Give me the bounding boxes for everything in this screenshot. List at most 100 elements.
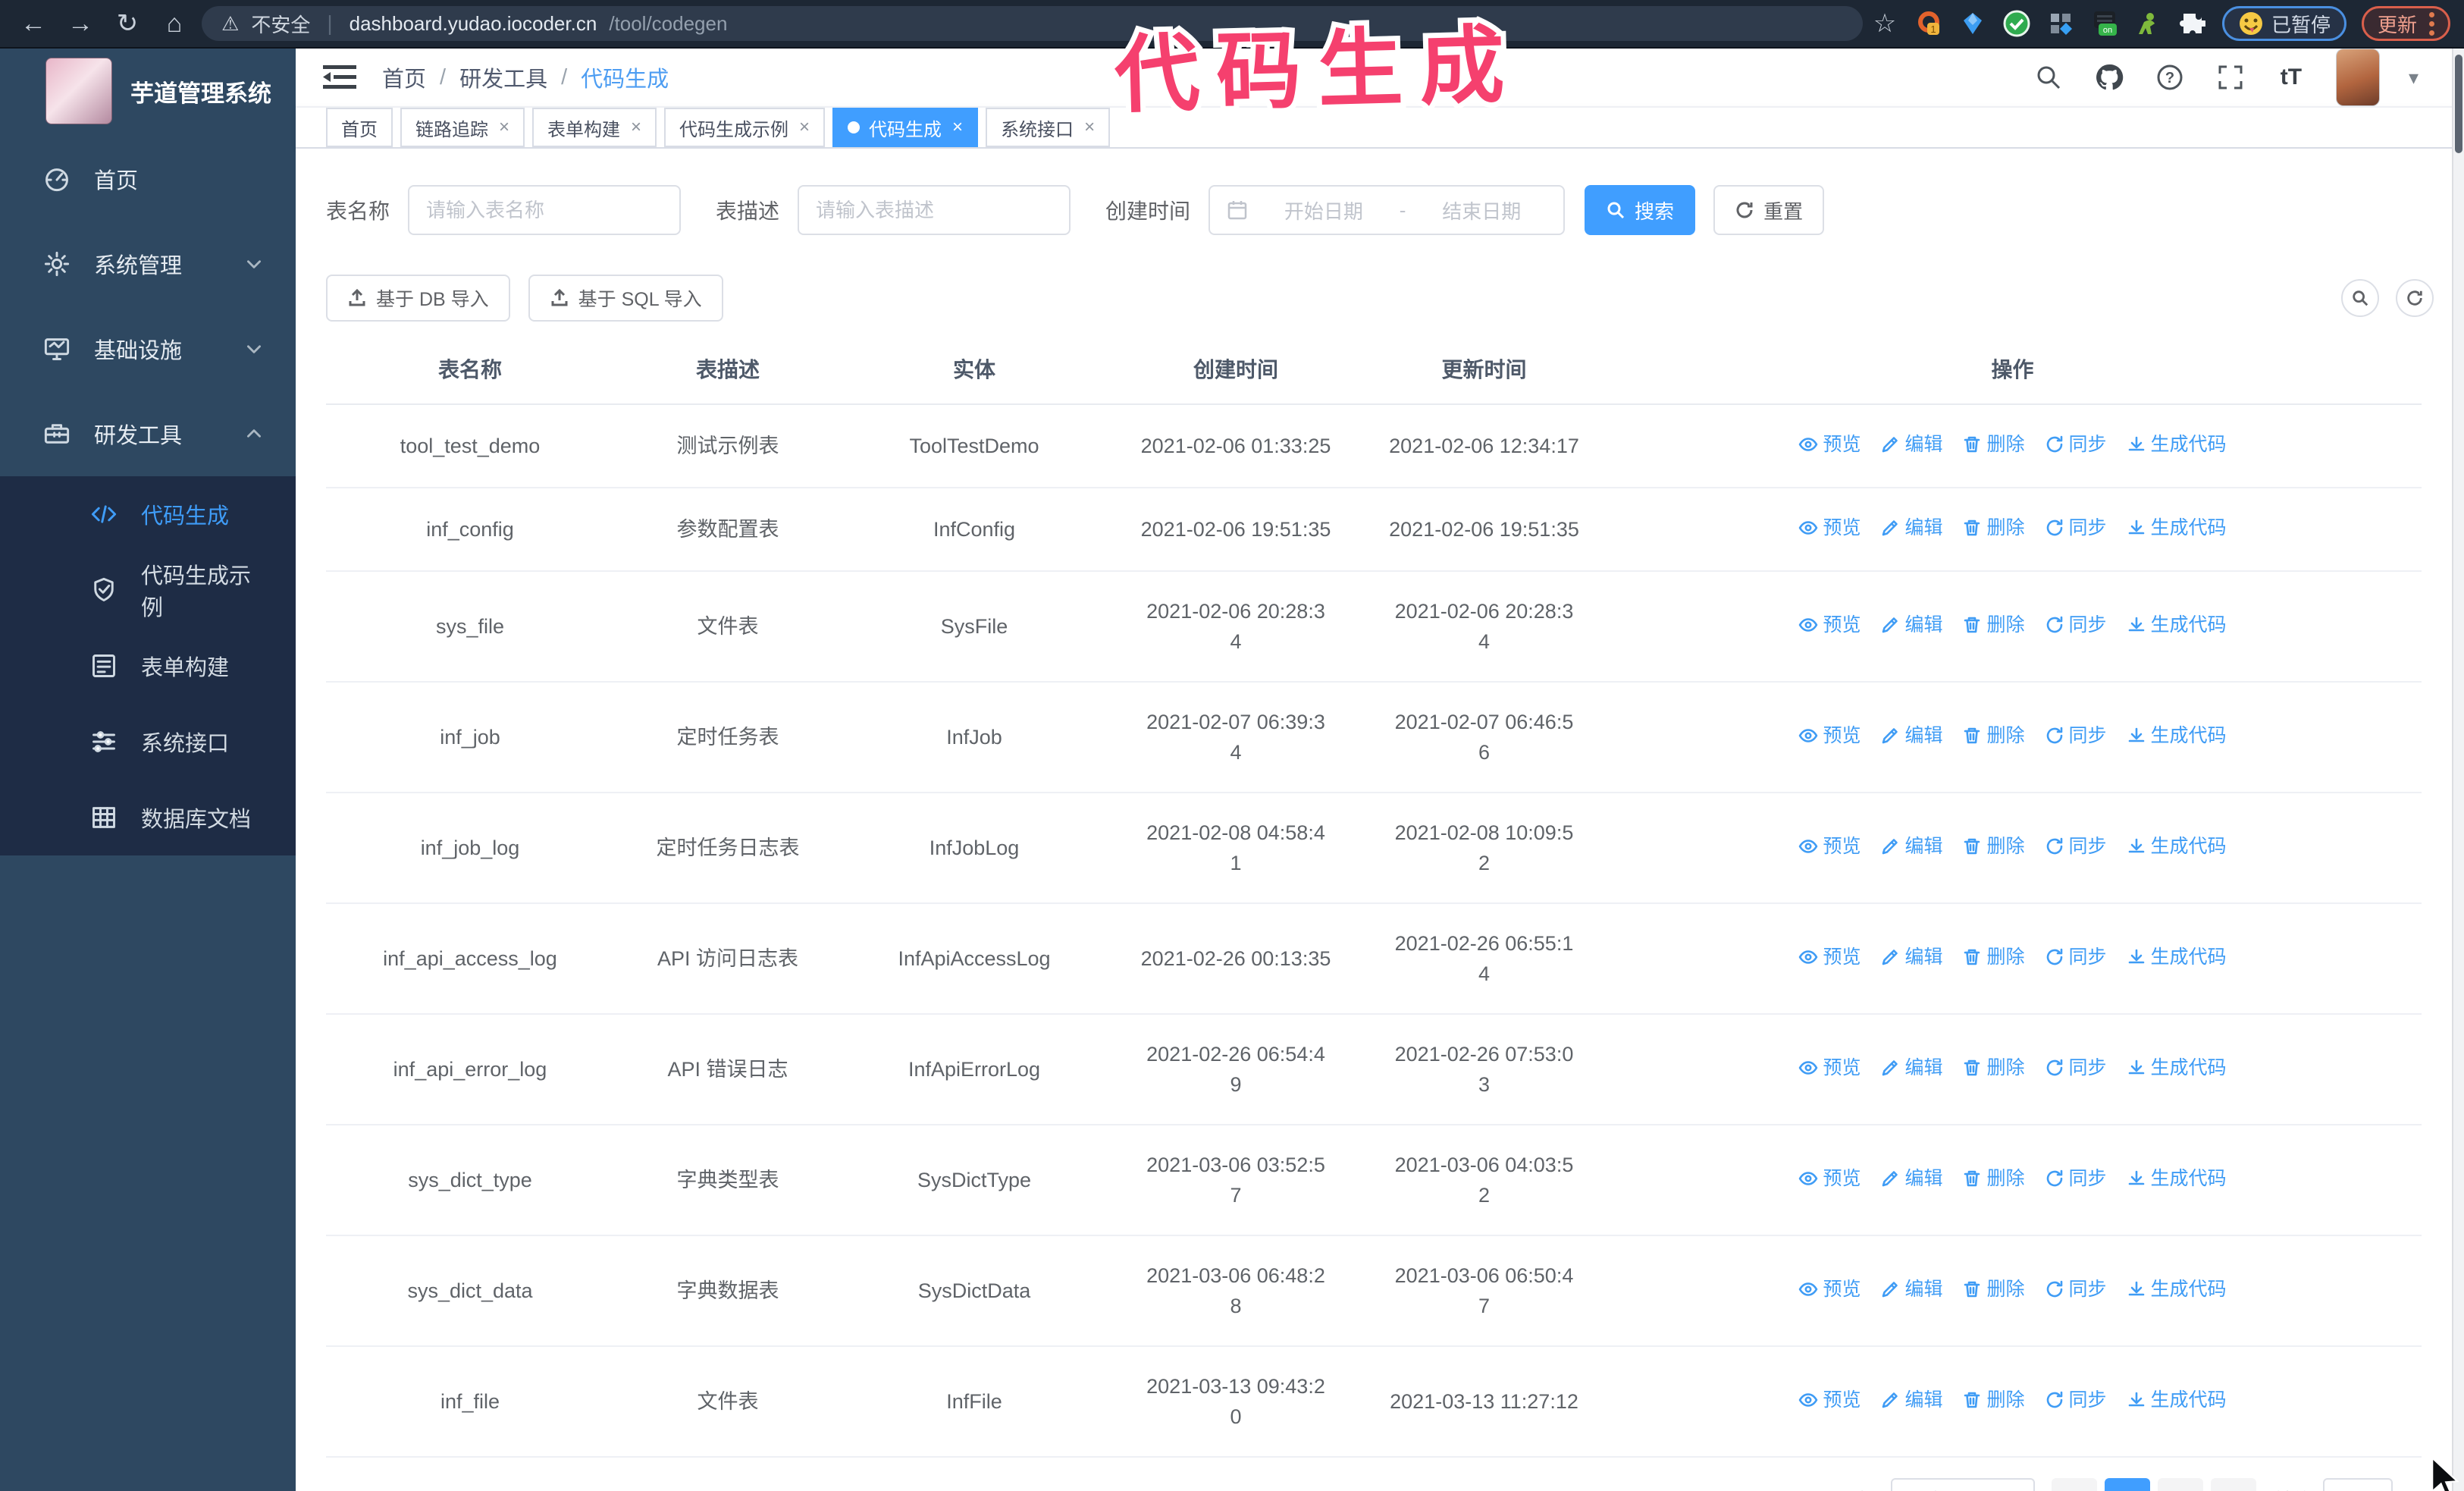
action-edit-link[interactable]: 编辑 bbox=[1880, 1274, 1942, 1304]
action-preview-link[interactable]: 预览 bbox=[1798, 1163, 1861, 1194]
close-icon[interactable]: × bbox=[499, 117, 509, 138]
action-delete-link[interactable]: 删除 bbox=[1962, 1163, 2025, 1194]
reset-button[interactable]: 重置 bbox=[1713, 185, 1825, 235]
search-icon[interactable] bbox=[2033, 61, 2064, 93]
collapse-sidebar-icon[interactable] bbox=[323, 62, 356, 93]
close-icon[interactable]: × bbox=[799, 117, 810, 138]
action-edit-link[interactable]: 编辑 bbox=[1880, 1163, 1942, 1194]
sidebar-subitem-1[interactable]: 代码生成示例 bbox=[0, 552, 296, 628]
sidebar-logo-row[interactable]: 芋道管理系统 bbox=[0, 49, 296, 133]
action-edit-link[interactable]: 编辑 bbox=[1880, 513, 1942, 543]
table-desc-input[interactable] bbox=[798, 185, 1071, 235]
refresh-table-icon[interactable] bbox=[2396, 279, 2434, 317]
action-edit-link[interactable]: 编辑 bbox=[1880, 429, 1942, 460]
action-delete-link[interactable]: 删除 bbox=[1962, 1274, 2025, 1304]
table-name-input[interactable] bbox=[408, 185, 682, 235]
extension-figure-icon[interactable] bbox=[2134, 9, 2163, 38]
action-edit-link[interactable]: 编辑 bbox=[1880, 610, 1942, 640]
action-edit-link[interactable]: 编辑 bbox=[1880, 942, 1942, 972]
extensions-puzzle-icon[interactable] bbox=[2178, 9, 2207, 38]
action-edit-link[interactable]: 编辑 bbox=[1880, 720, 1942, 751]
browser-forward-icon[interactable]: → bbox=[61, 4, 100, 43]
action-generate-link[interactable]: 生成代码 bbox=[2127, 1385, 2227, 1415]
browser-reload-icon[interactable]: ↻ bbox=[108, 4, 147, 43]
extension-check-icon[interactable] bbox=[2002, 9, 2031, 38]
action-preview-link[interactable]: 预览 bbox=[1798, 513, 1861, 543]
close-icon[interactable]: × bbox=[1084, 117, 1095, 138]
action-delete-link[interactable]: 删除 bbox=[1962, 831, 2025, 862]
scrollbar-thumb[interactable] bbox=[2455, 55, 2462, 153]
profile-paused-chip[interactable]: 已暂停 bbox=[2221, 6, 2346, 41]
end-date-placeholder[interactable]: 结束日期 bbox=[1416, 196, 1547, 224]
tab-4[interactable]: 代码生成 × bbox=[832, 108, 979, 147]
sidebar-subitem-2[interactable]: 表单构建 bbox=[0, 628, 296, 704]
action-generate-link[interactable]: 生成代码 bbox=[2127, 942, 2227, 972]
action-sync-link[interactable]: 同步 bbox=[2045, 942, 2107, 972]
action-delete-link[interactable]: 删除 bbox=[1962, 942, 2025, 972]
page-size-select[interactable]: 10条/页 ▾ bbox=[1890, 1478, 2035, 1491]
action-delete-link[interactable]: 删除 bbox=[1962, 429, 2025, 460]
tab-1[interactable]: 链路追踪 × bbox=[400, 108, 525, 147]
action-preview-link[interactable]: 预览 bbox=[1798, 610, 1861, 640]
action-edit-link[interactable]: 编辑 bbox=[1880, 1053, 1942, 1083]
action-preview-link[interactable]: 预览 bbox=[1798, 1385, 1861, 1415]
action-sync-link[interactable]: 同步 bbox=[2045, 831, 2107, 862]
action-generate-link[interactable]: 生成代码 bbox=[2127, 513, 2227, 543]
browser-menu-icon[interactable] bbox=[2429, 11, 2434, 36]
extension-on-icon[interactable]: on bbox=[2090, 9, 2119, 38]
action-generate-link[interactable]: 生成代码 bbox=[2127, 831, 2227, 862]
action-sync-link[interactable]: 同步 bbox=[2045, 610, 2107, 640]
tab-5[interactable]: 系统接口 × bbox=[986, 108, 1111, 147]
github-icon[interactable] bbox=[2093, 61, 2125, 93]
action-delete-link[interactable]: 删除 bbox=[1962, 610, 2025, 640]
start-date-placeholder[interactable]: 开始日期 bbox=[1259, 196, 1389, 224]
action-preview-link[interactable]: 预览 bbox=[1798, 1053, 1861, 1083]
address-bar[interactable]: ⚠ 不安全 | dashboard.yudao.iocoder.cn/tool/… bbox=[202, 6, 1863, 41]
action-edit-link[interactable]: 编辑 bbox=[1880, 831, 1942, 862]
bookmark-star-icon[interactable]: ☆ bbox=[1870, 9, 1899, 38]
close-icon[interactable]: × bbox=[952, 117, 963, 138]
action-sync-link[interactable]: 同步 bbox=[2045, 1274, 2107, 1304]
action-sync-link[interactable]: 同步 bbox=[2045, 513, 2107, 543]
action-edit-link[interactable]: 编辑 bbox=[1880, 1385, 1942, 1415]
action-delete-link[interactable]: 删除 bbox=[1962, 513, 2025, 543]
browser-update-button[interactable]: 更新 bbox=[2361, 6, 2450, 41]
extension-gem-icon[interactable] bbox=[1958, 9, 1987, 38]
extension-loop-icon[interactable]: 1 bbox=[1914, 9, 1943, 38]
help-icon[interactable]: ? bbox=[2154, 61, 2186, 93]
goto-page-input[interactable]: 1 bbox=[2322, 1478, 2393, 1491]
action-delete-link[interactable]: 删除 bbox=[1962, 1385, 2025, 1415]
action-sync-link[interactable]: 同步 bbox=[2045, 429, 2107, 460]
action-sync-link[interactable]: 同步 bbox=[2045, 720, 2107, 751]
action-preview-link[interactable]: 预览 bbox=[1798, 942, 1861, 972]
sidebar-subitem-4[interactable]: 数据库文档 bbox=[0, 780, 296, 855]
action-delete-link[interactable]: 删除 bbox=[1962, 720, 2025, 751]
chevron-down-icon[interactable]: ▾ bbox=[2409, 66, 2419, 89]
tab-3[interactable]: 代码生成示例 × bbox=[664, 108, 826, 147]
page-button-1[interactable]: 1 bbox=[2104, 1478, 2150, 1491]
tab-0[interactable]: 首页 bbox=[326, 108, 393, 147]
action-generate-link[interactable]: 生成代码 bbox=[2127, 1274, 2227, 1304]
table-desc-field[interactable] bbox=[816, 198, 1053, 222]
browser-home-icon[interactable]: ⌂ bbox=[155, 4, 194, 43]
sidebar-item-0[interactable]: 首页 bbox=[0, 137, 296, 221]
search-button[interactable]: 搜索 bbox=[1585, 185, 1696, 235]
extension-grid-icon[interactable] bbox=[2046, 9, 2075, 38]
tab-2[interactable]: 表单构建 × bbox=[532, 108, 657, 147]
action-preview-link[interactable]: 预览 bbox=[1798, 720, 1861, 751]
page-button-2[interactable]: 2 bbox=[2157, 1478, 2203, 1491]
action-sync-link[interactable]: 同步 bbox=[2045, 1053, 2107, 1083]
action-preview-link[interactable]: 预览 bbox=[1798, 429, 1861, 460]
action-sync-link[interactable]: 同步 bbox=[2045, 1385, 2107, 1415]
close-icon[interactable]: × bbox=[631, 117, 641, 138]
page-scrollbar[interactable] bbox=[2452, 49, 2464, 1491]
security-label[interactable]: 不安全 bbox=[251, 10, 310, 38]
browser-back-icon[interactable]: ← bbox=[14, 4, 53, 43]
action-generate-link[interactable]: 生成代码 bbox=[2127, 1053, 2227, 1083]
action-delete-link[interactable]: 删除 bbox=[1962, 1053, 2025, 1083]
sidebar-item-3[interactable]: 研发工具 bbox=[0, 391, 296, 476]
create-time-range-picker[interactable]: 开始日期 - 结束日期 bbox=[1208, 185, 1566, 235]
fullscreen-icon[interactable] bbox=[2215, 61, 2246, 93]
table-name-field[interactable] bbox=[426, 198, 663, 222]
action-preview-link[interactable]: 预览 bbox=[1798, 1274, 1861, 1304]
